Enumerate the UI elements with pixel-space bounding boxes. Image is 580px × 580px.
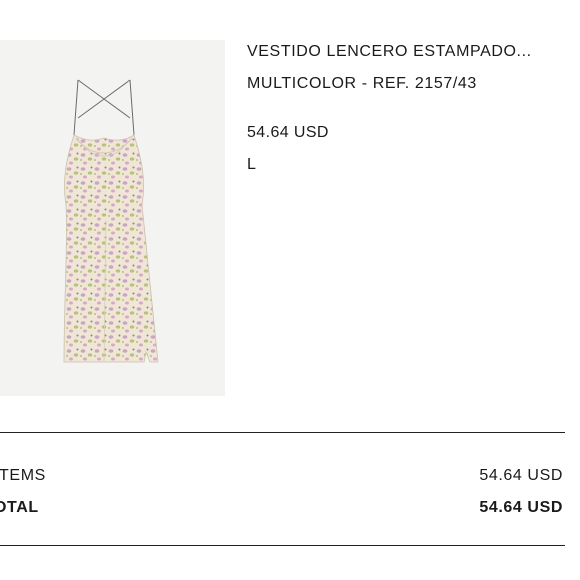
items-label: ITEMS [0, 467, 46, 484]
summary-divider-top [0, 432, 565, 433]
items-value: 54.64 USD [479, 467, 563, 484]
product-color-reference: MULTICOLOR - REF. 2157/43 [247, 75, 477, 92]
product-image[interactable] [0, 40, 225, 396]
dress-illustration [63, 79, 159, 363]
summary-divider-bottom [0, 545, 565, 546]
total-value: 54.64 USD [479, 499, 563, 516]
product-size: L [247, 156, 256, 173]
product-price: 54.64 USD [247, 124, 329, 141]
product-name[interactable]: VESTIDO LENCERO ESTAMPADO... [247, 43, 532, 61]
total-label: OTAL [0, 499, 39, 516]
